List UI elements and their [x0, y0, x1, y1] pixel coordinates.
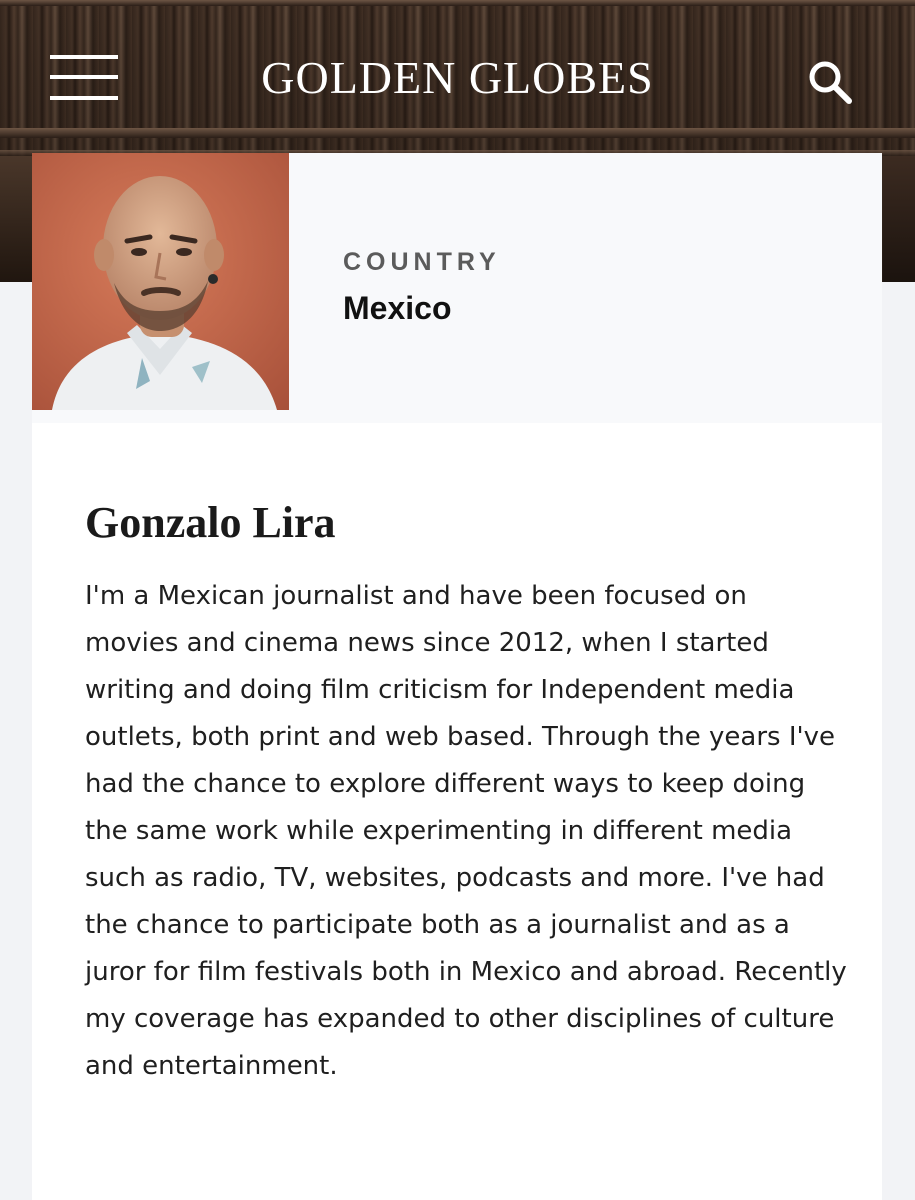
search-icon-graphic — [809, 61, 852, 104]
bookshelf-decor — [0, 156, 32, 282]
profile-bio: I'm a Mexican journalist and have been f… — [85, 581, 847, 1081]
bookshelf-decor — [0, 128, 915, 138]
profile-photo — [32, 153, 289, 410]
profile-photo-image — [32, 153, 289, 410]
profile-name: Gonzalo Lira — [85, 498, 336, 547]
bookshelf-decor — [883, 156, 915, 282]
site-logo[interactable]: GOLDEN GLOBES — [0, 52, 915, 104]
country-label: COUNTRY — [343, 248, 501, 276]
profile-summary: COUNTRY Mexico — [32, 153, 882, 423]
country-value: Mexico — [343, 290, 452, 326]
bookshelf-decor — [0, 0, 915, 6]
search-icon[interactable] — [806, 58, 854, 106]
profile-card: COUNTRY Mexico Gonzalo Lira I'm a Mexica… — [32, 153, 882, 1200]
